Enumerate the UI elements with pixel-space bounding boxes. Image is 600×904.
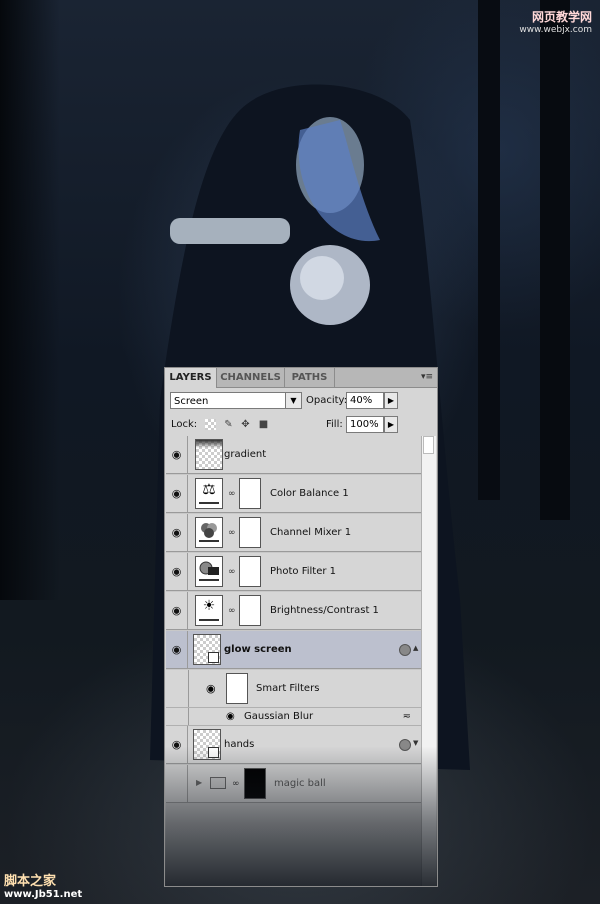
- opacity-arrow-icon[interactable]: ▶: [384, 392, 398, 409]
- chain-link-icon[interactable]: ∞: [228, 605, 236, 617]
- channel-mixer-icon: [195, 517, 223, 548]
- smart-filter-indicator-icon: [399, 644, 411, 656]
- layer-mask-thumbnail: [239, 478, 261, 509]
- layer-mask-thumbnail: [239, 595, 261, 626]
- smart-filter-mask-thumbnail: [226, 673, 248, 704]
- watermark-bottom-title: 脚本之家: [4, 874, 57, 889]
- tab-channels[interactable]: CHANNELS: [217, 368, 285, 387]
- layer-name: Brightness/Contrast 1: [270, 605, 379, 616]
- tab-layers[interactable]: LAYERS: [165, 368, 217, 388]
- layer-name: Channel Mixer 1: [270, 527, 352, 538]
- eye-icon[interactable]: ◉: [166, 631, 188, 669]
- chain-link-icon[interactable]: ∞: [228, 566, 236, 578]
- layer-name: hands: [224, 739, 255, 750]
- expand-arrow-icon[interactable]: ▼: [413, 739, 421, 747]
- triangle-right-icon[interactable]: ▶: [196, 778, 202, 787]
- layer-name: Color Balance 1: [270, 488, 349, 499]
- eye-icon[interactable]: ◉: [166, 592, 188, 630]
- lock-row: Lock: ✎ ✥ ■ Fill: 100% ▶: [169, 416, 433, 434]
- layer-mask-thumbnail: [239, 517, 261, 548]
- smart-object-thumbnail: [193, 634, 221, 665]
- smart-filters-label: Smart Filters: [256, 683, 320, 694]
- layers-list: ◉ gradient ◉ ⚖ ∞ Color Balance 1 ◉ ∞ Cha…: [166, 436, 421, 886]
- eye-icon[interactable]: ◉: [226, 708, 235, 726]
- fill-label: Fill:: [326, 419, 343, 430]
- chevron-down-icon[interactable]: ▼: [285, 393, 301, 408]
- layers-scrollbar[interactable]: [421, 436, 436, 886]
- layer-mask-thumbnail: [244, 768, 266, 799]
- layer-row[interactable]: ▶ ∞ magic ball: [166, 765, 421, 803]
- watermark-top-url: www.webjx.com: [519, 25, 592, 35]
- smart-filters-row[interactable]: ◉ Smart Filters: [166, 670, 421, 708]
- brightness-contrast-icon: ☀: [195, 595, 223, 626]
- layer-row[interactable]: ◉ ☀ ∞ Brightness/Contrast 1: [166, 592, 421, 630]
- layer-row[interactable]: ◉ ⚖ ∞ Color Balance 1: [166, 475, 421, 513]
- blend-mode-value: Screen: [174, 396, 209, 407]
- filter-name: Gaussian Blur: [244, 711, 314, 722]
- layer-row[interactable]: ◉ hands ▼: [166, 726, 421, 764]
- blend-row: Screen ▼ Opacity: 40% ▶: [169, 392, 433, 410]
- panel-tabs: LAYERS CHANNELS PATHS ▾≡: [165, 368, 437, 388]
- collapse-arrow-icon[interactable]: ▲: [413, 644, 421, 652]
- chain-link-icon[interactable]: ∞: [232, 778, 240, 790]
- eye-icon[interactable]: ◉: [166, 726, 188, 764]
- color-balance-icon: ⚖: [195, 478, 223, 509]
- lock-image-brush-icon[interactable]: ✎: [223, 419, 234, 430]
- eye-icon[interactable]: ◉: [166, 436, 188, 474]
- layer-name: magic ball: [274, 778, 326, 789]
- layer-row-selected[interactable]: ◉ glow screen ▲: [166, 631, 421, 669]
- fill-field[interactable]: 100%: [346, 416, 384, 433]
- chain-link-icon[interactable]: ∞: [228, 488, 236, 500]
- tab-paths[interactable]: PATHS: [285, 368, 335, 387]
- eye-icon[interactable]: ◉: [166, 514, 188, 552]
- watermark-top: 网页教学网 www.webjx.com: [519, 8, 592, 35]
- layer-row[interactable]: ◉ ∞ Channel Mixer 1: [166, 514, 421, 552]
- fill-arrow-icon[interactable]: ▶: [384, 416, 398, 433]
- eye-icon[interactable]: [166, 765, 188, 803]
- lock-transparency-icon[interactable]: [205, 419, 216, 430]
- watermark-bottom: 脚本之家 www.Jb51.net: [4, 870, 82, 900]
- scrollbar-thumb[interactable]: [423, 436, 434, 454]
- lock-all-padlock-icon[interactable]: ■: [258, 419, 269, 430]
- eye-icon[interactable]: ◉: [166, 475, 188, 513]
- smart-filter-indicator-icon: [399, 739, 411, 751]
- folder-icon: [210, 777, 226, 789]
- smart-object-thumbnail: [193, 729, 221, 760]
- lock-position-move-icon[interactable]: ✥: [240, 419, 251, 430]
- eye-icon[interactable]: ◉: [166, 553, 188, 591]
- layer-mask-thumbnail: [239, 556, 261, 587]
- panel-menu-icon[interactable]: ▾≡: [420, 372, 434, 383]
- layer-name: gradient: [224, 449, 267, 460]
- layer-thumbnail: [195, 439, 223, 470]
- eye-icon[interactable]: ◉: [206, 670, 216, 708]
- opacity-label: Opacity:: [306, 395, 348, 406]
- filter-options-icon[interactable]: ≂: [403, 711, 411, 723]
- watermark-bottom-url: www.Jb51.net: [4, 889, 83, 900]
- chain-link-icon[interactable]: ∞: [228, 527, 236, 539]
- layer-name: glow screen: [224, 644, 292, 655]
- layers-panel: LAYERS CHANNELS PATHS ▾≡ Screen ▼ Opacit…: [164, 367, 438, 887]
- layer-row[interactable]: ◉ gradient: [166, 436, 421, 474]
- layer-row[interactable]: ◉ ∞ Photo Filter 1: [166, 553, 421, 591]
- filter-row[interactable]: ◉ Gaussian Blur ≂: [166, 708, 421, 726]
- opacity-field[interactable]: 40%: [346, 392, 384, 409]
- lock-label: Lock:: [171, 419, 198, 430]
- layer-name: Photo Filter 1: [270, 566, 337, 577]
- photo-filter-icon: [195, 556, 223, 587]
- blend-mode-select[interactable]: Screen ▼: [170, 392, 302, 409]
- watermark-top-title: 网页教学网: [531, 10, 592, 24]
